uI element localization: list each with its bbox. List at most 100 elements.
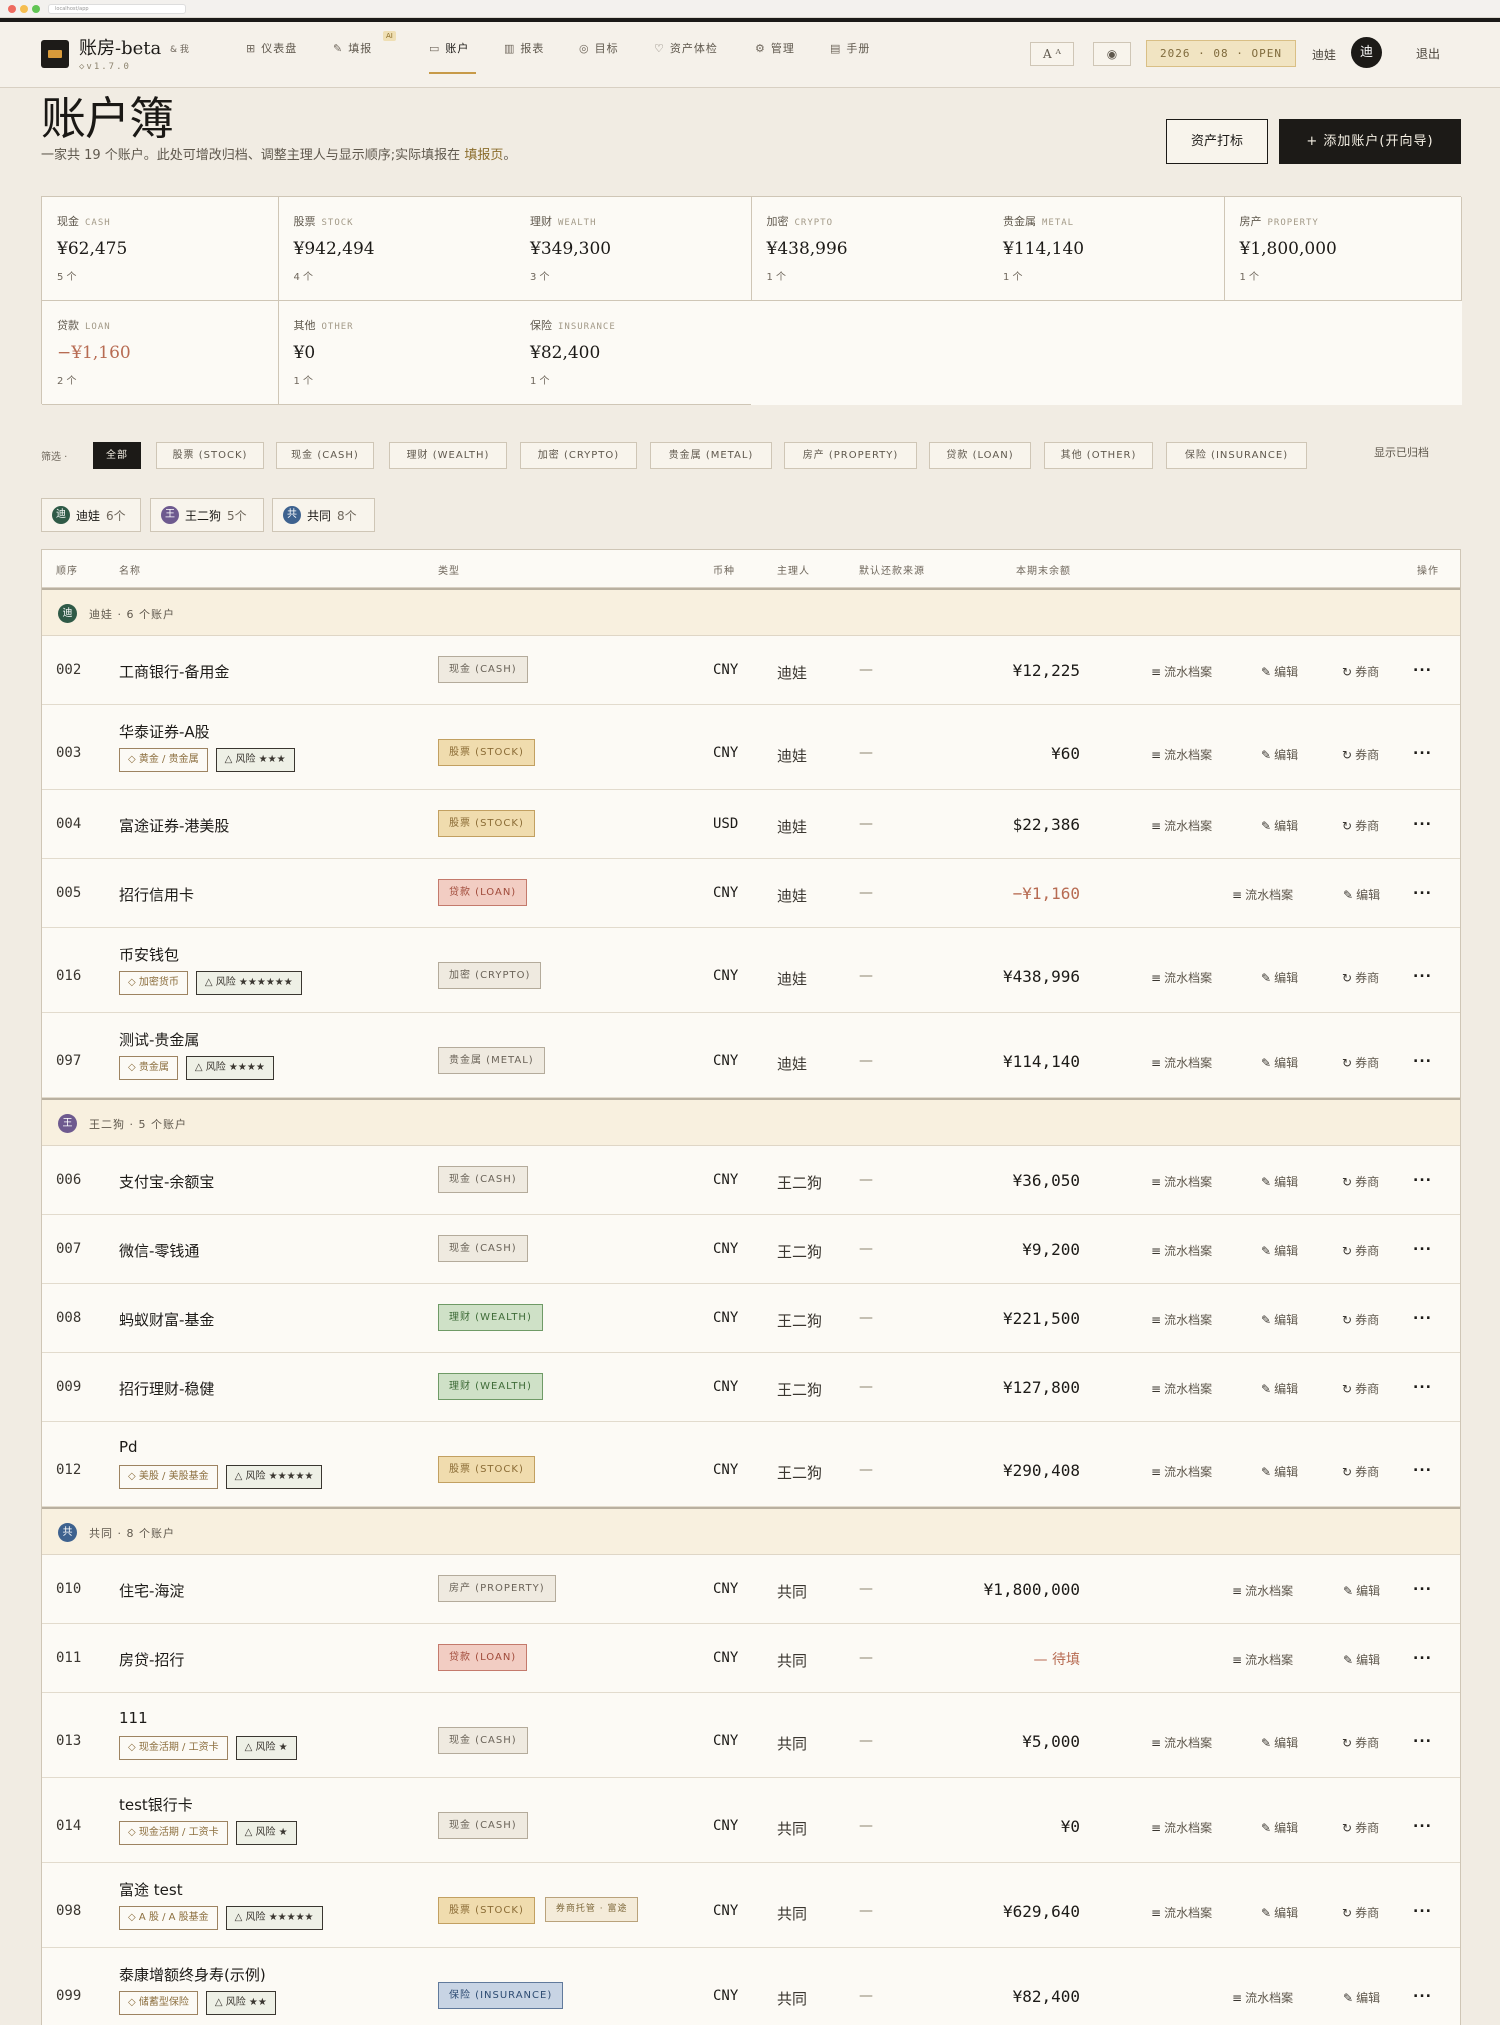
filter-chip[interactable]: 现金 (CASH) [276,442,374,469]
risk-badge[interactable]: △ 风险 ★★★★★★ [195,971,302,995]
account-name[interactable]: 华泰证券-A股 [119,721,210,742]
broker-button[interactable]: ↻ 券商 [1342,1734,1379,1751]
edit-button[interactable]: ✎ 编辑 [1261,663,1298,680]
account-name[interactable]: 币安钱包 [119,944,179,965]
broker-button[interactable]: ↻ 券商 [1342,663,1379,680]
filter-chip[interactable]: 理财 (WEALTH) [389,442,507,469]
broker-button[interactable]: ↻ 券商 [1342,1311,1379,1328]
table-row[interactable]: 007 微信-零钱通 现金 (CASH) CNY 王二狗 — ¥9,200 ≡ 流水档案 ✎ 编辑 ↻… [42,1215,1460,1284]
account-name[interactable]: 房贷-招行 [119,1649,184,1670]
edit-button[interactable]: ✎ 编辑 [1261,1734,1298,1751]
table-row[interactable]: 014 test银行卡 ◇ 现金活期 / 工资卡 △ 风险 ★ 现金 (CASH) CNY… [42,1778,1460,1863]
ledger-button[interactable]: ≡ 流水档案 [1151,1734,1212,1751]
ledger-button[interactable]: ≡ 流水档案 [1232,1582,1293,1599]
ledger-button[interactable]: ≡ 流水档案 [1151,1242,1212,1259]
asset-tag[interactable]: ◇ 储蓄型保险 [119,1991,198,2015]
edit-button[interactable]: ✎ 编辑 [1261,1380,1298,1397]
add-account-button[interactable]: + 添加账户(开向导) [1279,119,1461,164]
edit-button[interactable]: ✎ 编辑 [1343,1582,1380,1599]
account-name[interactable]: 蚂蚁财富-基金 [119,1309,214,1330]
th-owner[interactable]: 主理人 [777,562,810,577]
table-row[interactable]: 006 支付宝-余额宝 现金 (CASH) CNY 王二狗 — ¥36,050 ≡ 流水档案 ✎ 编… [42,1146,1460,1215]
edit-button[interactable]: ✎ 编辑 [1343,1989,1380,2006]
broker-button[interactable]: ↻ 券商 [1342,817,1379,834]
stat-card-property[interactable]: 房产 PROPERTY ¥1,800,000 1 个 [1224,197,1462,301]
eye-icon[interactable]: ◉ [1093,42,1131,66]
account-name[interactable]: test银行卡 [119,1794,193,1815]
table-row[interactable]: 099 泰康增额终身寿(示例) ◇ 储蓄型保险 △ 风险 ★★ 保险 (INSURANC… [42,1948,1460,2025]
more-options-icon[interactable]: ... [1413,1050,1432,1066]
table-row[interactable]: 010 住宅-海淀 房产 (PROPERTY) CNY 共同 — ¥1,800,000 ≡ 流水… [42,1555,1460,1624]
broker-button[interactable]: ↻ 券商 [1342,1819,1379,1836]
ledger-button[interactable]: ≡ 流水档案 [1151,746,1212,763]
edit-button[interactable]: ✎ 编辑 [1343,886,1380,903]
ledger-button[interactable]: ≡ 流水档案 [1151,1463,1212,1480]
account-name[interactable]: 富途证券-港美股 [119,815,229,836]
table-row[interactable]: 098 富途 test ◇ A 股 / A 股基金 △ 风险 ★★★★★ 股票 (STO… [42,1863,1460,1948]
edit-button[interactable]: ✎ 编辑 [1261,1173,1298,1190]
account-name[interactable]: Pd [119,1438,138,1456]
th-repay-source[interactable]: 默认还款来源 [859,562,925,577]
owner-filter-chip[interactable]: 王王二狗 5个 [150,498,264,532]
more-options-icon[interactable]: ... [1413,882,1432,898]
filter-chip[interactable]: 加密 (CRYPTO) [520,442,637,469]
broker-button[interactable]: ↻ 券商 [1342,969,1379,986]
account-name[interactable]: 微信-零钱通 [119,1240,199,1261]
more-options-icon[interactable]: ... [1413,1459,1432,1475]
filter-chip[interactable]: 其他 (OTHER) [1044,442,1153,469]
more-options-icon[interactable]: ... [1413,1985,1432,2001]
close-window-dot[interactable] [8,5,16,13]
th-name[interactable]: 名称 [119,562,141,577]
ledger-button[interactable]: ≡ 流水档案 [1151,1311,1212,1328]
address-bar[interactable]: localhost/app [48,4,186,14]
fill-page-link[interactable]: 填报页 [464,148,503,163]
broker-button[interactable]: ↻ 券商 [1342,1463,1379,1480]
edit-button[interactable]: ✎ 编辑 [1261,1904,1298,1921]
filter-chip[interactable]: 房产 (PROPERTY) [784,442,917,469]
account-name[interactable]: 住宅-海淀 [119,1580,184,1601]
risk-badge[interactable]: △ 风险 ★★★★ [185,1056,274,1080]
broker-button[interactable]: ↻ 券商 [1342,1904,1379,1921]
broker-button[interactable]: ↻ 券商 [1342,746,1379,763]
more-options-icon[interactable]: ... [1413,1647,1432,1663]
more-options-icon[interactable]: ... [1413,742,1432,758]
account-name[interactable]: 泰康增额终身寿(示例) [119,1964,266,1985]
account-name[interactable]: 招行信用卡 [119,884,194,905]
ledger-button[interactable]: ≡ 流水档案 [1151,1054,1212,1071]
account-name[interactable]: 111 [119,1709,148,1727]
asset-tag[interactable]: ◇ 现金活期 / 工资卡 [119,1821,228,1845]
app-logo-icon[interactable] [41,40,69,68]
more-options-icon[interactable]: ... [1413,1578,1432,1594]
ledger-button[interactable]: ≡ 流水档案 [1151,969,1212,986]
th-order[interactable]: 顺序 [56,562,78,577]
table-row[interactable]: 097 测试-贵金属 ◇ 贵金属 △ 风险 ★★★★ 贵金属 (METAL) CNY 迪娃 —… [42,1013,1460,1098]
nav-asset-checkup[interactable]: ♡ 资产体检 [654,34,718,62]
asset-tag[interactable]: ◇ A 股 / A 股基金 [119,1906,218,1930]
stat-card-other[interactable]: 其他 OTHER ¥0 1 个 [278,301,516,405]
table-row[interactable]: 009 招行理财-稳健 理财 (WEALTH) CNY 王二狗 — ¥127,800 ≡ 流水档… [42,1353,1460,1422]
owner-filter-chip[interactable]: 迪迪娃 6个 [41,498,141,532]
logout-link[interactable]: 退出 [1416,45,1440,62]
risk-badge[interactable]: △ 风险 ★★ [205,1991,276,2015]
more-options-icon[interactable]: ... [1413,1376,1432,1392]
ledger-button[interactable]: ≡ 流水档案 [1232,1651,1293,1668]
filter-chip[interactable]: 保险 (INSURANCE) [1166,442,1307,469]
minimize-window-dot[interactable] [20,5,28,13]
more-options-icon[interactable]: ... [1413,1169,1432,1185]
nav-dashboard[interactable]: ⊞ 仪表盘 [246,34,297,62]
asset-tag-button[interactable]: 资产打标 [1166,119,1268,164]
ledger-button[interactable]: ≡ 流水档案 [1232,886,1293,903]
period-badge[interactable]: 2026 · 08 · OPEN [1146,40,1296,67]
ledger-button[interactable]: ≡ 流水档案 [1232,1989,1293,2006]
account-name[interactable]: 富途 test [119,1879,183,1900]
edit-button[interactable]: ✎ 编辑 [1261,1242,1298,1259]
ledger-button[interactable]: ≡ 流水档案 [1151,1819,1212,1836]
risk-badge[interactable]: △ 风险 ★ [235,1736,297,1760]
account-name[interactable]: 招行理财-稳健 [119,1378,214,1399]
maximize-window-dot[interactable] [32,5,40,13]
nav-fill-report[interactable]: ✎ 填报 [333,34,372,62]
nav-goals[interactable]: ◎ 目标 [579,34,619,62]
table-row[interactable]: 013 111 ◇ 现金活期 / 工资卡 △ 风险 ★ 现金 (CASH) CNY 共同 — ¥… [42,1693,1460,1778]
account-name[interactable]: 支付宝-余额宝 [119,1171,214,1192]
owner-filter-chip[interactable]: 共共同 8个 [272,498,375,532]
